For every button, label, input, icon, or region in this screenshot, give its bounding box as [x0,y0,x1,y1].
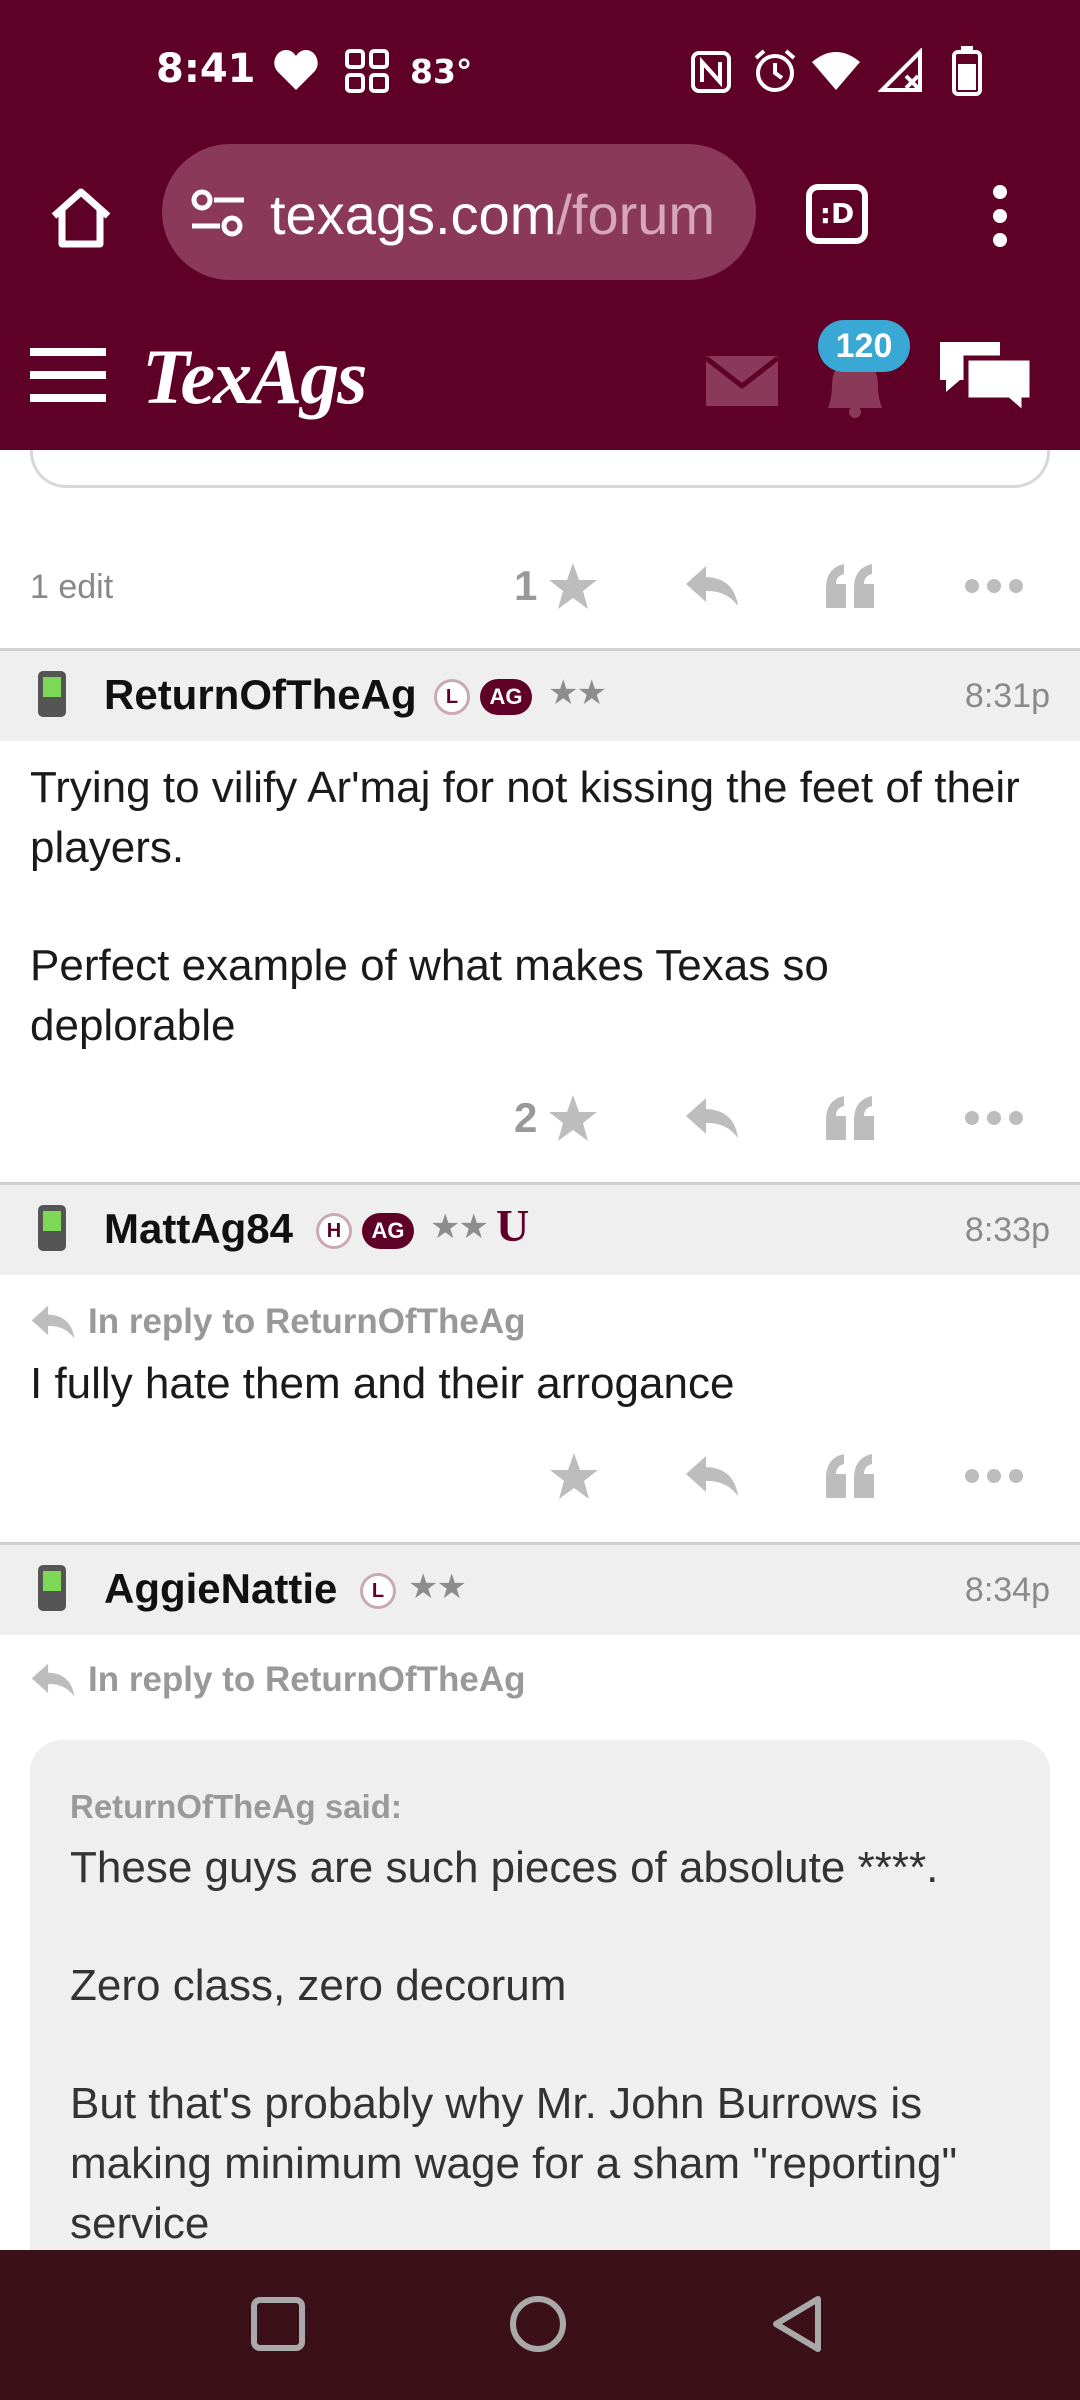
user-badge-ag: AG [362,1213,414,1249]
reply-to-text: In reply to ReturnOfTheAg [88,1660,526,1699]
status-time: 8:41 [156,46,256,92]
recents-square-icon[interactable] [250,2296,306,2352]
quote-icon [826,1454,874,1498]
alarm-icon [754,49,796,92]
quote-icon [826,1096,874,1140]
reply-to-link[interactable]: In reply to ReturnOfTheAg [30,1302,526,1342]
heart-icon [274,50,318,90]
home-icon[interactable] [48,186,114,248]
user-badge-ag: AG [480,679,532,715]
user-stars: ★★ [430,1207,489,1247]
post-time: 8:31p [964,677,1050,715]
post-body-line: Trying to vilify Ar'maj for not kissing … [30,763,1020,872]
post-header: MattAg84 H AG ★★ U 8:33p [0,1185,1080,1275]
site-settings-icon[interactable] [190,188,246,238]
more-vertical-icon[interactable] [988,184,1012,248]
reply-button[interactable] [684,1088,740,1148]
more-horizontal-icon [965,1111,1023,1125]
star-icon [550,1453,598,1499]
status-temperature: 83° [410,52,473,91]
menu-icon[interactable] [30,348,106,402]
quote-line: These guys are such pieces of absolute *… [70,1843,939,1892]
reply-icon [31,1663,75,1697]
post-actions [0,1436,1080,1516]
quote-icon [826,564,874,608]
post-time: 8:33p [964,1211,1050,1249]
post-time: 8:34p [964,1571,1050,1609]
mail-icon[interactable] [706,356,778,406]
more-options-button[interactable] [964,556,1024,616]
mobile-phone-icon [38,1565,66,1611]
reply-icon [686,1456,738,1496]
chat-icon[interactable] [936,336,1036,418]
back-triangle-icon[interactable] [770,2294,824,2354]
reply-button[interactable] [684,1446,740,1506]
username[interactable]: ReturnOfTheAg [104,671,417,719]
edit-count-label[interactable]: 1 edit [30,568,113,607]
more-options-button[interactable] [964,1088,1024,1148]
user-badge-l: L [360,1573,396,1609]
star-button[interactable]: 2 [514,1088,599,1148]
more-horizontal-icon [965,1469,1023,1483]
post-header: ReturnOfTheAg L AG ★★ 8:31p [0,651,1080,741]
wifi-icon [812,52,860,90]
user-badge-h: H [316,1213,352,1249]
user-badge-u: U [496,1200,530,1251]
widgets-icon [345,49,389,93]
url-host: texags.com [270,183,557,246]
star-count: 1 [514,562,538,609]
battery-icon [952,46,982,96]
reply-to-link[interactable]: In reply to ReturnOfTheAg [30,1660,526,1700]
nfc-icon [691,51,731,93]
reply-icon [686,1098,738,1138]
browser-toolbar: texags.com/forum :D [0,140,1080,290]
user-badge-l: L [434,679,470,715]
reply-icon [31,1305,75,1339]
post-body-line: Perfect example of what makes Texas so d… [30,941,829,1050]
signal-icon [878,48,922,92]
previous-post-actions: 1 edit 1 [0,546,1080,626]
more-options-button[interactable] [964,1446,1024,1506]
star-icon [549,1095,598,1141]
quote-line: But that's probably why Mr. John Burrows… [70,2079,958,2248]
post-actions: 2 [0,1078,1080,1158]
username[interactable]: AggieNattie [104,1565,337,1613]
site-header: TexAgs 120 [0,290,1080,450]
address-bar[interactable]: texags.com/forum [162,144,756,280]
site-logo[interactable]: TexAgs [142,332,367,422]
user-stars: ★★ [408,1567,467,1607]
post-header: AggieNattie L ★★ 8:34p [0,1545,1080,1635]
reply-button[interactable] [684,556,740,616]
tab-switcher-icon[interactable]: :D [806,184,868,244]
post-body-line: I fully hate them and their arrogance [30,1359,735,1408]
quote-line: Zero class, zero decorum [70,1961,567,2010]
quote-attribution[interactable]: ReturnOfTheAg said: [70,1788,402,1826]
mobile-phone-icon [38,671,66,717]
star-count: 2 [514,1094,538,1141]
star-button[interactable]: 1 [514,556,599,616]
status-bar: 8:41 83° [0,0,1080,140]
quote-button[interactable] [824,556,876,616]
reply-icon [686,566,738,606]
url-path: /forum [556,183,716,246]
quote-button[interactable] [824,1446,876,1506]
home-circle-icon[interactable] [508,2294,568,2354]
quoted-post: ReturnOfTheAg said: These guys are such … [30,1740,1050,2300]
reply-to-text: In reply to ReturnOfTheAg [88,1302,526,1341]
more-horizontal-icon [965,579,1023,593]
mobile-phone-icon [38,1205,66,1251]
system-nav-bar [0,2250,1080,2400]
username[interactable]: MattAg84 [104,1205,293,1253]
quote-button[interactable] [824,1088,876,1148]
star-icon [549,563,598,609]
notification-count-badge: 120 [818,320,910,372]
star-button[interactable] [548,1446,600,1506]
url-text: texags.com/forum [270,182,715,247]
user-stars: ★★ [548,673,607,713]
